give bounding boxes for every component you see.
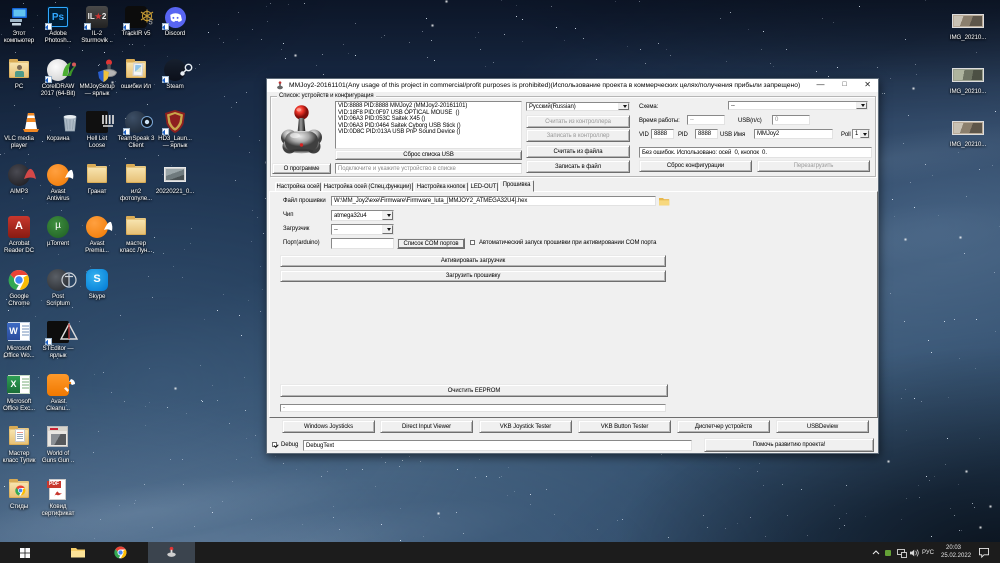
svg-text:5: 5 <box>149 18 153 27</box>
